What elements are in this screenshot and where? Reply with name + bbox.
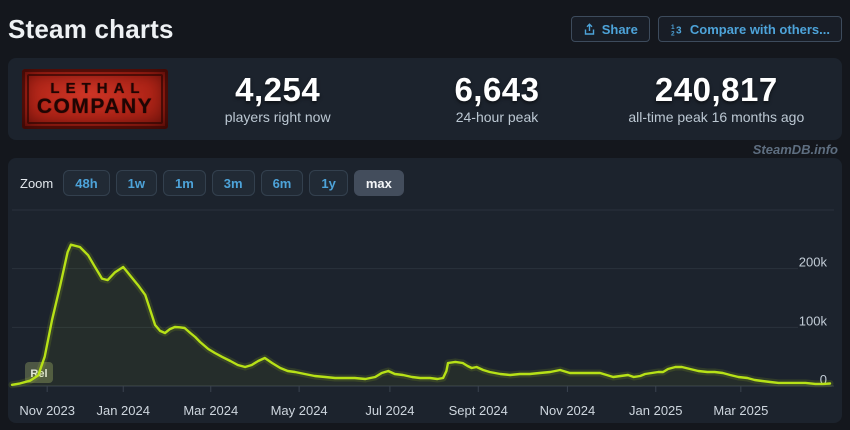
logo-text-line2: COMPANY [37,96,153,117]
zoom-range-1y[interactable]: 1y [309,170,347,196]
x-axis-label: Nov 2024 [540,403,596,418]
x-axis-label: Jan 2025 [629,403,683,418]
steamdb-charts-page: Steam charts Share 1 2 3 [0,0,850,423]
stat-24h-peak: 6,643 24-hour peak [387,73,606,125]
steamdb-watermark: SteamDB.info [753,142,838,157]
zoom-label: Zoom [20,176,53,191]
player-stats-panel: LETHAL COMPANY 4,254 players right now 6… [8,58,842,140]
peak-24h-value: 6,643 [387,73,606,107]
compare-button-label: Compare with others... [690,22,830,37]
watermark-row: SteamDB.info [8,140,842,158]
y-axis-label: 200k [799,255,828,270]
players-chart-panel: Zoom 48h1w1m3m6m1ymax 0100k200kNov 2023J… [8,158,842,423]
zoom-range-1m[interactable]: 1m [163,170,206,196]
lethal-company-logo: LETHAL COMPANY [22,69,168,129]
zoom-range-3m[interactable]: 3m [212,170,255,196]
stat-current-players: 4,254 players right now [168,73,387,125]
x-axis-label: Sept 2024 [449,403,508,418]
compare-with-others-button[interactable]: 1 2 3 Compare with others... [658,16,842,42]
zoom-range-1w[interactable]: 1w [116,170,157,196]
share-icon [583,23,596,36]
x-axis-label: Mar 2025 [713,403,768,418]
x-axis-label: Jul 2024 [365,403,414,418]
page-title: Steam charts [8,14,174,45]
logo-text-line1: LETHAL [44,81,145,96]
svg-text:3: 3 [676,25,682,36]
page-header: Steam charts Share 1 2 3 [8,0,842,58]
current-players-value: 4,254 [168,73,387,107]
svg-text:2: 2 [671,30,675,36]
numbered-list-icon: 1 2 3 [670,23,684,36]
stat-alltime-peak: 240,817 all-time peak 16 months ago [607,73,826,125]
alltime-peak-label: all-time peak 16 months ago [607,109,826,125]
players-area-fill [12,245,830,386]
zoom-range-48h[interactable]: 48h [63,170,109,196]
peak-24h-label: 24-hour peak [387,109,606,125]
header-actions: Share 1 2 3 Compare with others... [571,16,842,42]
zoom-controls: Zoom 48h 1w1m3m6m1y max [8,158,842,196]
alltime-peak-value: 240,817 [607,73,826,107]
zoom-range-buttons: 48h 1w1m3m6m1y max [63,170,404,196]
x-axis-label: Mar 2024 [183,403,238,418]
current-players-label: players right now [168,109,387,125]
y-axis-label: 100k [799,313,828,328]
x-axis-label: Jan 2024 [96,403,150,418]
players-chart[interactable]: 0100k200kNov 2023Jan 2024Mar 2024May 202… [8,200,842,423]
zoom-range-max[interactable]: max [354,170,404,196]
share-button[interactable]: Share [571,16,650,42]
share-button-label: Share [602,22,638,37]
x-axis-label: Nov 2023 [19,403,75,418]
zoom-range-6m[interactable]: 6m [261,170,304,196]
x-axis-label: May 2024 [271,403,328,418]
